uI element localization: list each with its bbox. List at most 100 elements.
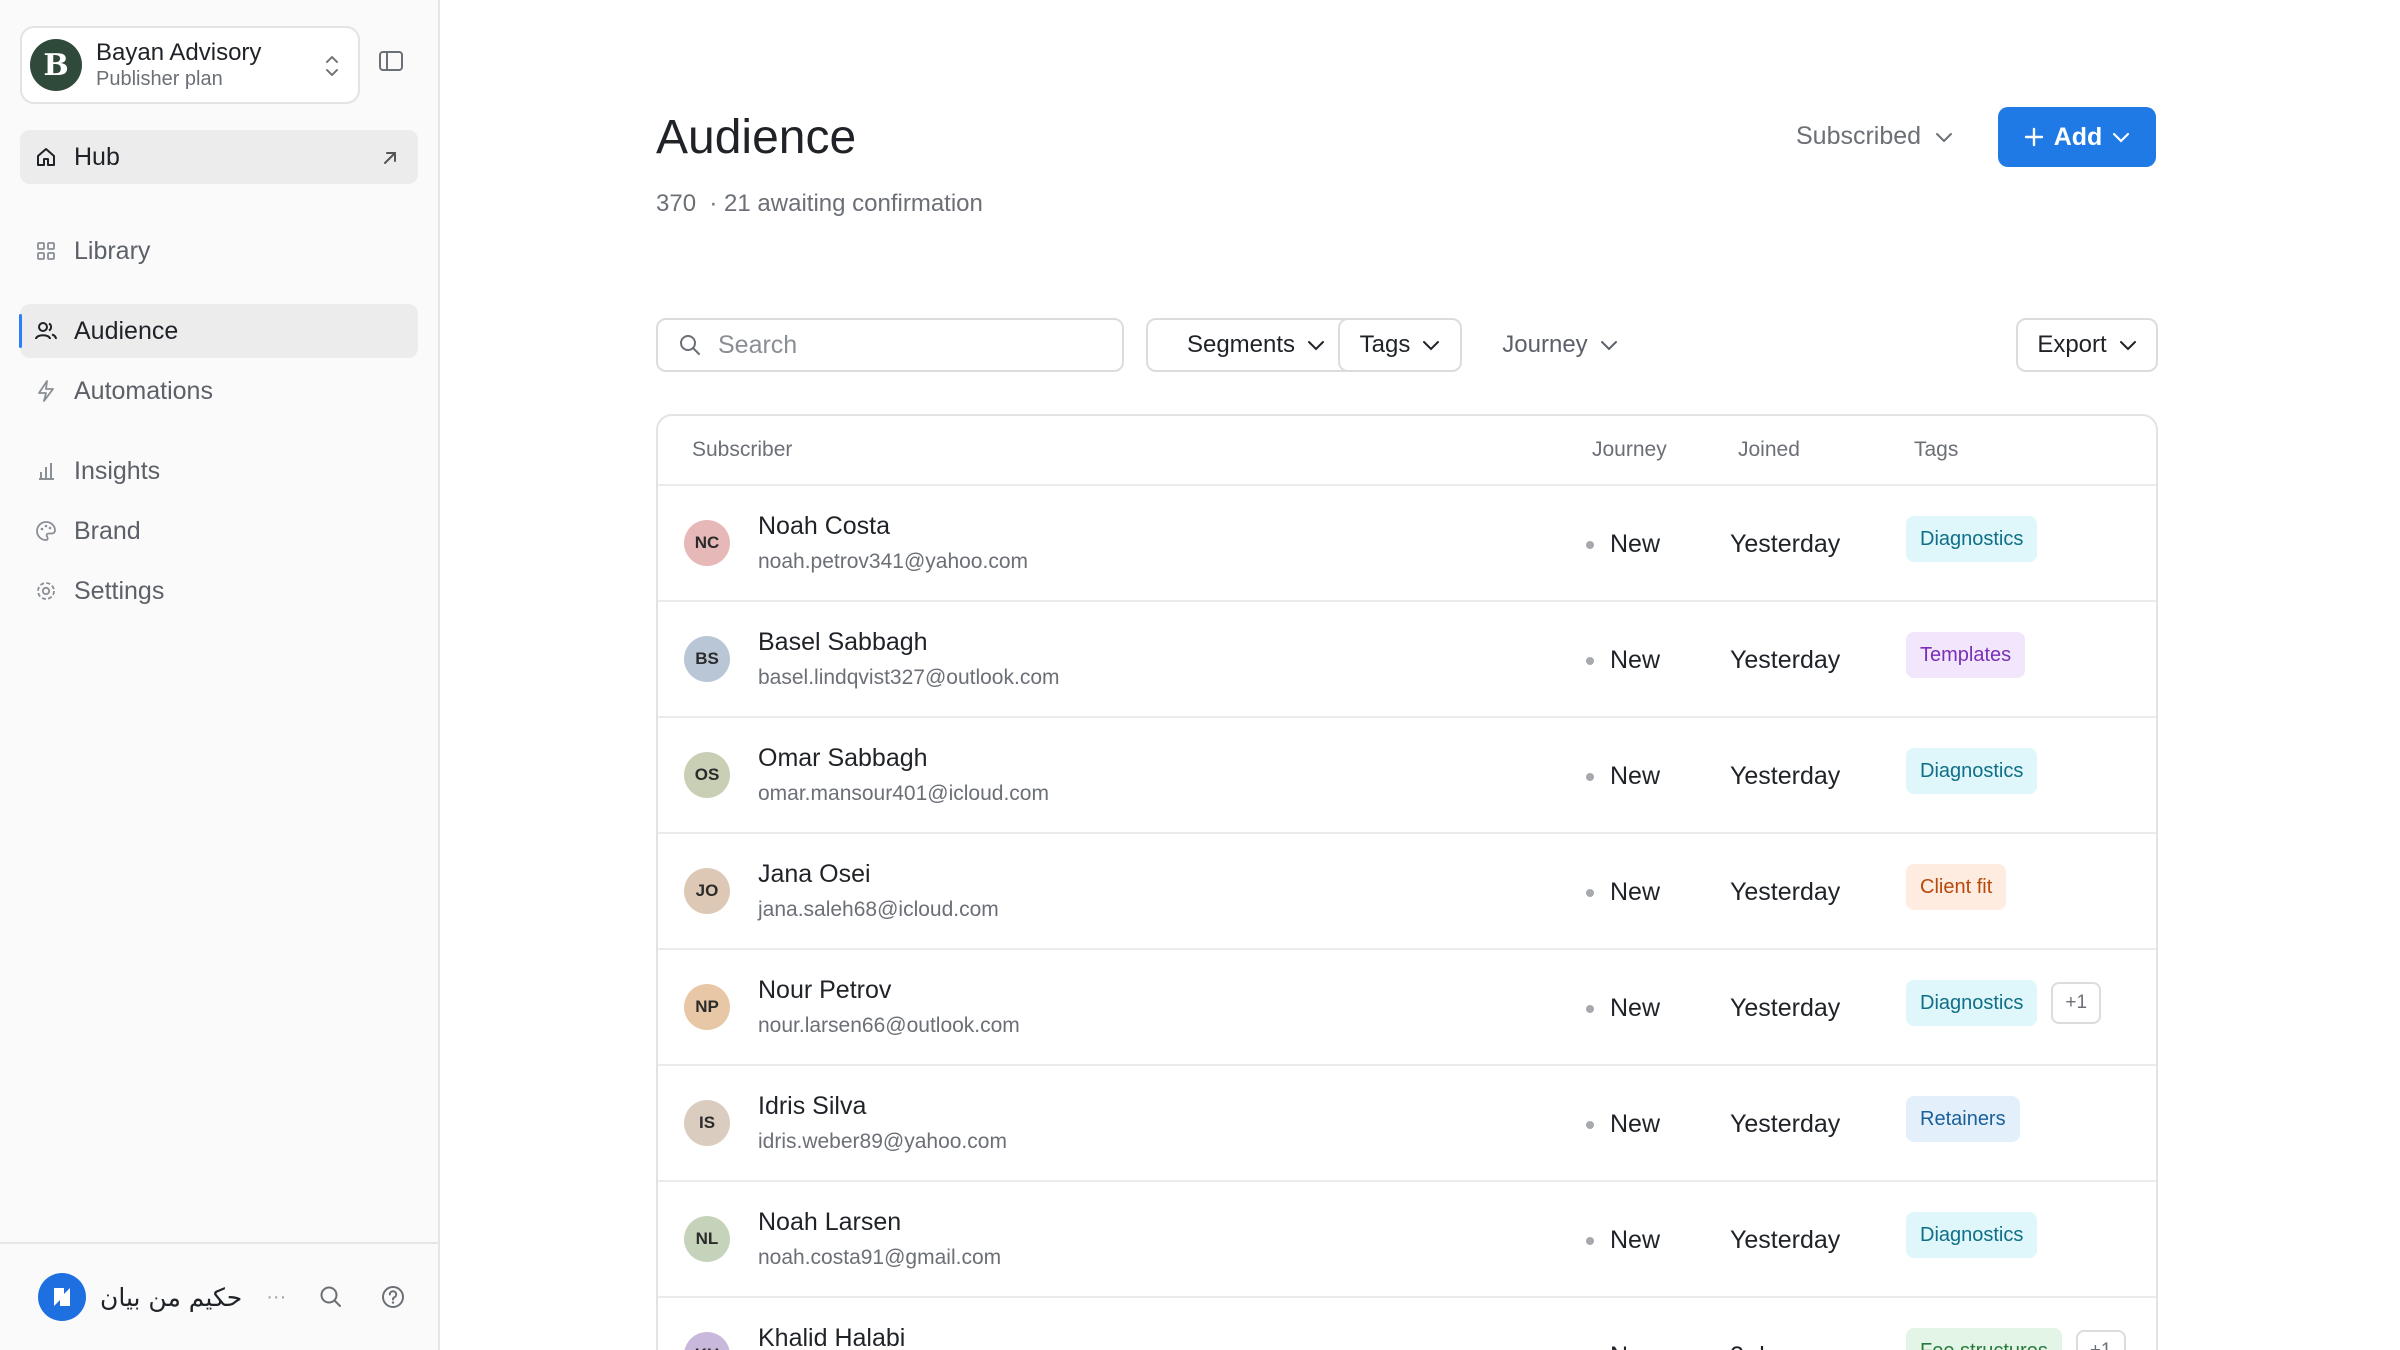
table-row[interactable]: OS Omar Sabbagh omar.mansour401@icloud.com… — [658, 718, 2156, 834]
sidebar-item-library[interactable]: Library — [20, 224, 418, 278]
tag-badge[interactable]: Retainers — [1906, 1096, 2020, 1142]
sidebar-item-label: Settings — [74, 576, 165, 605]
users-icon — [34, 319, 58, 343]
column-subscriber[interactable]: Subscriber — [692, 438, 792, 462]
sidebar-item-audience[interactable]: Audience — [19, 304, 418, 358]
sidebar-item-brand[interactable]: Brand — [20, 504, 418, 558]
sidebar-item-hub[interactable]: Hub — [20, 130, 418, 184]
status-dot-icon — [1586, 1236, 1594, 1245]
joined-date: 2 days ago — [1730, 1342, 1852, 1350]
tag-badge[interactable]: Templates — [1906, 632, 2026, 678]
status-filter-label: Subscribed — [1796, 122, 1922, 150]
workspace-avatar: B — [30, 39, 82, 91]
user-avatar[interactable] — [38, 1273, 86, 1321]
journey-status: New — [1586, 878, 1660, 907]
search-input[interactable] — [718, 330, 1098, 360]
avatar: KH — [684, 1332, 730, 1350]
table-row[interactable]: NP Nour Petrov nour.larsen66@outlook.com Ne… — [658, 950, 2156, 1066]
search-icon[interactable] — [318, 1284, 344, 1315]
chevron-up-down-icon — [322, 52, 342, 85]
tags-dropdown[interactable]: Tags — [1338, 318, 1462, 372]
avatar: NP — [684, 984, 730, 1030]
avatar: IS — [684, 1100, 730, 1146]
export-dropdown[interactable]: Export — [2016, 318, 2158, 372]
tag-list: Templates — [1906, 632, 2026, 678]
journey-value: New — [1610, 1342, 1660, 1350]
home-icon — [34, 145, 58, 169]
search-icon — [680, 335, 700, 355]
subscriber-name[interactable]: Jana Osei — [758, 860, 871, 889]
subscriber-name[interactable]: Khalid Halabi — [758, 1324, 905, 1350]
tag-badge[interactable]: Diagnostics — [1906, 748, 2038, 794]
tag-badge[interactable]: Client fit — [1906, 864, 2007, 910]
subscriber-email: omar.mansour401@icloud.com — [758, 782, 1049, 805]
status-filter-dropdown[interactable]: Subscribed — [1796, 122, 1953, 151]
status-dot-icon — [1586, 1120, 1594, 1129]
subscriber-email: idris.weber89@yahoo.com — [758, 1130, 1007, 1153]
table-row[interactable]: NL Noah Larsen noah.costa91@gmail.com New Ye… — [658, 1182, 2156, 1298]
subscriber-name[interactable]: Basel Sabbagh — [758, 628, 928, 657]
journey-status: New — [1586, 762, 1660, 791]
more-options-icon[interactable]: ··· — [266, 1286, 286, 1309]
sidebar-item-insights[interactable]: Insights — [20, 444, 418, 498]
subscriber-name[interactable]: Noah Costa — [758, 512, 890, 541]
table-row[interactable]: BS Basel Sabbagh basel.lindqvist327@outloo… — [658, 602, 2156, 718]
avatar: BS — [684, 636, 730, 682]
joined-date: Yesterday — [1730, 530, 1841, 558]
sidebar-item-settings[interactable]: Settings — [20, 564, 418, 618]
workspace-name: Bayan Advisory — [96, 39, 262, 66]
sidebar-item-label: Hub — [74, 142, 120, 171]
subscriber-email: jana.saleh68@icloud.com — [758, 898, 999, 921]
journey-value: New — [1610, 646, 1661, 674]
journey-status: New — [1586, 1342, 1660, 1350]
journey-value: New — [1610, 762, 1661, 790]
journey-dropdown[interactable]: Journey — [1480, 318, 1640, 372]
avatar: JO — [684, 868, 730, 914]
journey-label: Journey — [1502, 331, 1588, 358]
subscriber-name[interactable]: Noah Larsen — [758, 1208, 901, 1237]
segments-label: Segments — [1186, 331, 1296, 358]
sidebar-item-label: Insights — [74, 456, 161, 485]
tag-badge[interactable]: Fee structures — [1906, 1328, 2062, 1350]
tag-badge[interactable]: Diagnostics — [1906, 980, 2038, 1026]
avatar: OS — [684, 752, 730, 798]
tag-list: Client fit — [1906, 864, 2007, 910]
table-row[interactable]: KH Khalid Halabi New 2 days ago Fee structur… — [658, 1298, 2156, 1350]
external-arrow-icon — [380, 146, 400, 175]
sidebar-item-label: Automations — [74, 376, 213, 405]
workspace-switcher[interactable]: B Bayan Advisory Publisher plan — [20, 26, 360, 104]
search-box — [656, 318, 1124, 372]
gear-icon — [34, 579, 58, 603]
table-row[interactable]: JO Jana Osei jana.saleh68@icloud.com New Yes… — [658, 834, 2156, 950]
sidebar-toggle-icon[interactable] — [378, 50, 404, 77]
more-tags-badge[interactable]: +1 — [2075, 1330, 2126, 1350]
grid-icon — [34, 239, 58, 263]
tag-list: Diagnostics — [1906, 516, 2038, 562]
column-tags[interactable]: Tags — [1914, 438, 1958, 462]
column-journey[interactable]: Journey — [1592, 438, 1667, 462]
help-icon[interactable] — [380, 1284, 406, 1315]
subscriber-name[interactable]: Nour Petrov — [758, 976, 891, 1005]
palette-icon — [34, 519, 58, 543]
subscriber-name[interactable]: Omar Sabbagh — [758, 744, 928, 773]
sidebar-item-label: Library — [74, 236, 151, 265]
joined-date: Yesterday — [1730, 994, 1841, 1022]
journey-value: New — [1610, 878, 1661, 906]
table-row[interactable]: IS Idris Silva idris.weber89@yahoo.com New Y… — [658, 1066, 2156, 1182]
export-label: Export — [2037, 331, 2107, 358]
joined-date: Yesterday — [1730, 1110, 1841, 1138]
subscriber-name[interactable]: Idris Silva — [758, 1092, 866, 1121]
tags-label: Tags — [1359, 331, 1411, 358]
subscriber-count: 370 — [656, 190, 697, 217]
segments-dropdown[interactable]: Segments — [1146, 318, 1366, 372]
table-row[interactable]: NC Noah Costa noah.petrov341@yahoo.com New Y… — [658, 486, 2156, 602]
tag-list: Retainers — [1906, 1096, 2020, 1142]
add-button[interactable]: Add — [1998, 107, 2156, 167]
tag-badge[interactable]: Diagnostics — [1906, 516, 2038, 562]
more-tags-badge[interactable]: +1 — [2051, 982, 2102, 1024]
tag-badge[interactable]: Diagnostics — [1906, 1212, 2038, 1258]
avatar: NL — [684, 1216, 730, 1262]
subscriber-email: basel.lindqvist327@outlook.com — [758, 666, 1060, 689]
column-joined[interactable]: Joined — [1738, 438, 1800, 462]
sidebar-item-automations[interactable]: Automations — [20, 364, 418, 418]
